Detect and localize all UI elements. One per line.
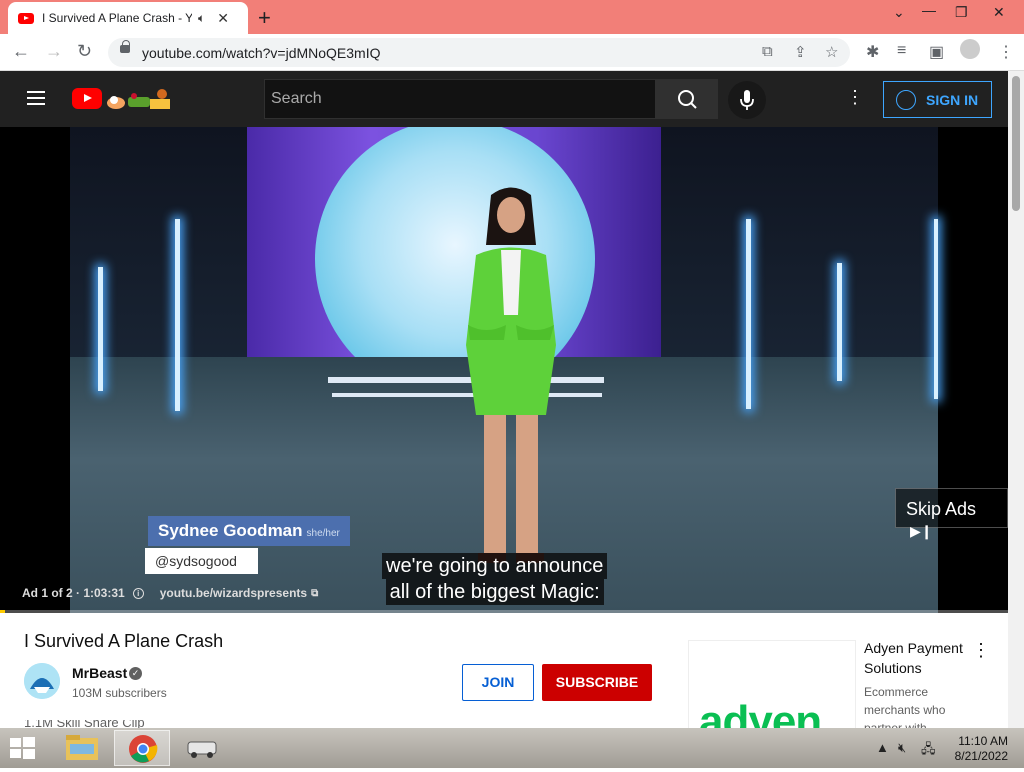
youtube-doodle-icon[interactable] (104, 87, 172, 111)
clock-date: 8/21/2022 (954, 749, 1008, 763)
light-bar (175, 219, 180, 411)
sidebar-ad-title[interactable]: Adyen Payment Solutions (864, 638, 974, 678)
url-text[interactable]: youtube.com/watch?v=jdMNoQE3mIQ (142, 45, 381, 61)
presenter-name: Sydnee Goodman (158, 521, 303, 540)
microphone-icon (740, 90, 754, 110)
address-bar[interactable]: youtube.com/watch?v=jdMNoQE3mIQ ⧉ ⇪ ☆ (108, 38, 850, 67)
sidebar-ad-menu-icon[interactable]: ⋮ (972, 640, 990, 661)
restore-button[interactable]: ❐ (955, 4, 968, 21)
settings-menu-icon[interactable]: ⋮ (846, 87, 864, 108)
lower-third-name: Sydnee Goodman she/her (148, 516, 350, 546)
light-bar (837, 263, 842, 381)
caption-line-1: we're going to announce (382, 553, 608, 579)
adyen-logo: adyen (699, 697, 822, 730)
search-button[interactable] (656, 79, 718, 119)
closed-caption: we're going to announce all of the bigge… (382, 553, 608, 605)
tab-title: I Survived A Plane Crash - Yo (42, 11, 192, 25)
network-icon[interactable]: 🖧︎ (921, 740, 936, 762)
youtube-header: Search ⋮ SIGN IN (0, 71, 1008, 127)
side-panel-icon[interactable]: ▣ (929, 42, 944, 62)
external-link-icon[interactable]: ⧉ (311, 588, 318, 599)
account-icon (896, 89, 916, 110)
new-tab-button[interactable]: + (258, 5, 271, 31)
video-title: I Survived A Plane Crash (24, 631, 224, 651)
show-hidden-icons-icon[interactable]: ▲ (876, 740, 889, 755)
video-player[interactable]: Sydnee Goodman she/her @sydsogood we're g… (0, 127, 1008, 613)
extensions-icon[interactable]: ✱ (866, 42, 879, 62)
windows-taskbar: ▲ 🔇︎ 🖧︎ 11:10 AM 8/21/2022 (0, 728, 1024, 768)
clock-time: 11:10 AM (958, 734, 1008, 748)
ad-progress-bar[interactable] (0, 610, 1008, 613)
youtube-logo-icon[interactable] (72, 88, 102, 109)
search-input[interactable]: Search (264, 79, 656, 119)
forward-icon[interactable]: → (45, 41, 63, 62)
browser-toolbar: ← → ↻ youtube.com/watch?v=jdMNoQE3mIQ ⧉ … (0, 34, 1024, 71)
presenter-figure (466, 187, 556, 563)
subscribe-button[interactable]: SUBSCRIBE (542, 664, 652, 701)
bookmark-star-icon[interactable]: ☆ (825, 43, 838, 61)
car-app-icon (187, 741, 217, 758)
back-icon[interactable]: ← (12, 41, 30, 62)
skip-next-icon: ▶❙ (910, 523, 933, 539)
lock-icon (120, 40, 130, 53)
sidebar-ad-description: Ecommerce merchants who partner with (864, 685, 946, 729)
info-icon[interactable]: i (132, 587, 144, 599)
chrome-taskbar-button[interactable] (114, 730, 170, 766)
windows-start-icon[interactable] (8, 736, 36, 760)
share-icon[interactable]: ⇪ (794, 43, 807, 61)
caption-line-2: all of the biggest Magic: (385, 579, 604, 605)
app-taskbar-button[interactable] (174, 730, 230, 766)
mrbeast-logo-icon (24, 663, 60, 699)
system-clock[interactable]: 11:10 AM 8/21/2022 (952, 734, 1008, 764)
search-icon (678, 90, 697, 109)
voice-search-button[interactable] (728, 81, 766, 119)
tab-close-icon[interactable]: ✕ (217, 10, 229, 27)
browser-menu-icon[interactable]: ⋮ (998, 42, 1014, 62)
light-bar (98, 267, 103, 391)
hamburger-menu-icon[interactable] (27, 91, 45, 105)
skip-ads-button[interactable]: Skip Ads ▶❙ (895, 488, 1008, 539)
skip-ads-label: Skip Ads (906, 499, 977, 519)
page-scrollbar-thumb[interactable] (1012, 76, 1020, 211)
verified-badge-icon: ✓ (129, 667, 142, 680)
light-bar (746, 219, 751, 409)
channel-avatar[interactable] (24, 663, 60, 699)
chrome-icon (129, 735, 158, 763)
presenter-pronoun: she/her (306, 528, 340, 539)
folder-icon (66, 735, 98, 760)
tab-search-icon[interactable]: ⌄ (893, 4, 905, 21)
ad-counter: Ad 1 of 2 · 1:03:31 (22, 586, 125, 600)
light-bar (934, 219, 938, 399)
browser-tab[interactable]: I Survived A Plane Crash - Yo 🔈︎ ✕ (8, 2, 248, 34)
join-button[interactable]: JOIN (462, 664, 534, 701)
file-explorer-taskbar-button[interactable] (54, 730, 110, 766)
subscriber-count: 103M subscribers (72, 686, 167, 700)
advertiser-link[interactable]: youtu.be/wizardspresents (160, 586, 307, 600)
ad-progress-fill (0, 610, 6, 613)
media-control-icon[interactable]: ≡ (897, 42, 906, 60)
open-in-app-icon[interactable]: ⧉ (762, 43, 773, 60)
browser-tab-strip: I Survived A Plane Crash - Yo 🔈︎ ✕ + ⌄ —… (0, 0, 1024, 34)
reload-icon[interactable]: ↻ (77, 41, 92, 62)
sidebar-ad-thumbnail[interactable]: adyen (688, 640, 856, 730)
speaker-icon[interactable]: 🔈︎ (198, 11, 205, 26)
ad-info-bar: Ad 1 of 2 · 1:03:31 i youtu.be/wizardspr… (22, 586, 318, 600)
channel-name[interactable]: MrBeast (72, 665, 127, 681)
profile-avatar-icon[interactable] (960, 39, 980, 59)
sign-in-label: SIGN IN (926, 91, 979, 108)
youtube-favicon-icon (18, 12, 34, 24)
window-close-button[interactable]: ✕ (993, 4, 1005, 21)
presenter-handle: @sydsogood (145, 548, 258, 574)
minimize-button[interactable]: — (922, 2, 936, 18)
sign-in-button[interactable]: SIGN IN (883, 81, 992, 118)
volume-muted-icon[interactable]: 🔇︎ (898, 740, 906, 756)
